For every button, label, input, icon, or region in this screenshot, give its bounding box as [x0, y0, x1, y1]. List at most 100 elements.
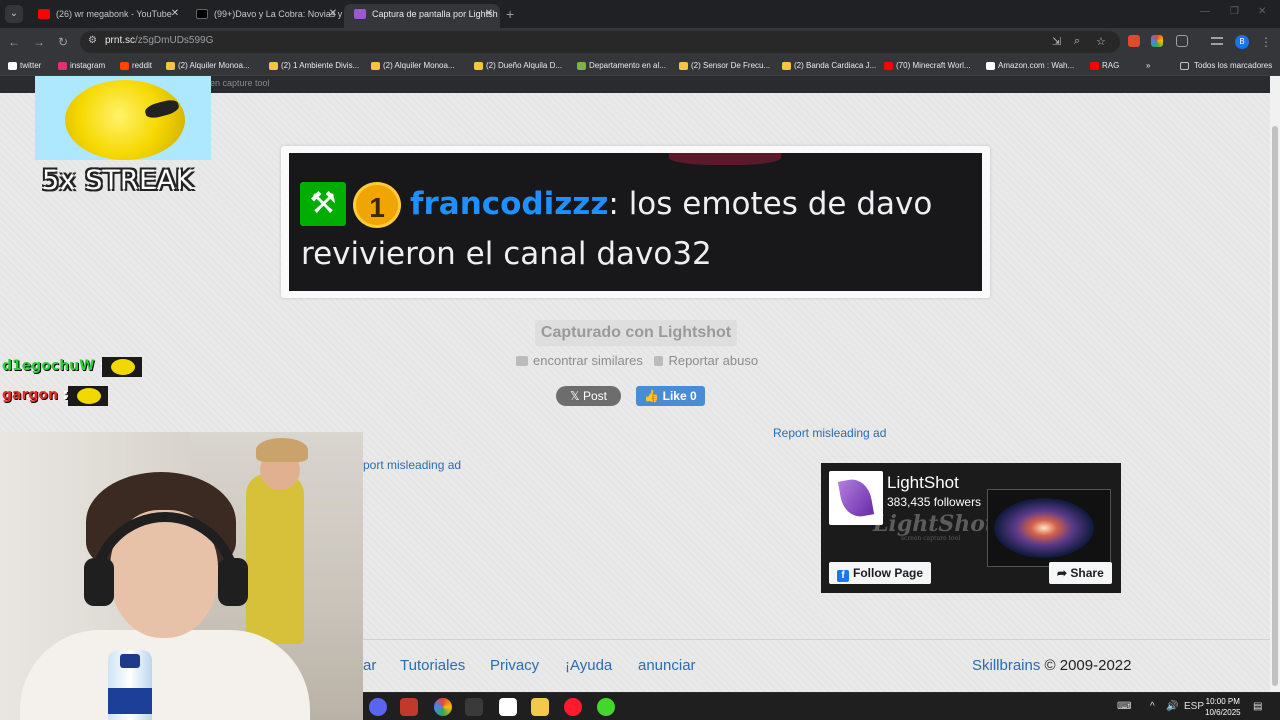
marketplace-icon — [679, 62, 688, 70]
report-misleading-ad-link[interactable]: port misleading ad — [363, 458, 461, 472]
tab-lightshot[interactable]: Captura de pantalla por Lightsh ✕ — [344, 4, 500, 28]
bookmark-item[interactable]: (2) Banda Cardiaca J... — [782, 59, 876, 73]
yellow-creature — [65, 80, 185, 160]
marketplace-icon — [166, 62, 175, 70]
footer-link-tutorials[interactable]: Tutoriales — [400, 657, 465, 674]
page-scrollbar[interactable] — [1270, 76, 1280, 692]
report-misleading-ad-link[interactable]: Report misleading ad — [773, 426, 886, 440]
captured-with-lightshot[interactable]: Capturado con Lightshot — [535, 320, 737, 346]
bookmarks-overflow-button[interactable]: » — [1146, 59, 1150, 73]
minimize-icon[interactable]: — — [1200, 6, 1210, 17]
address-bar[interactable]: ⚙ prnt.sc/z5gDmUDs599G ⇲ ⌕ ☆ — [80, 31, 1120, 53]
bookmark-item[interactable]: Amazon.com : Wah... — [986, 59, 1074, 73]
bookmarks-bar: twitter instagram reddit (2) Alquiler Mo… — [0, 56, 1280, 76]
share-button[interactable]: ➦ Share — [1049, 562, 1112, 584]
amazon-icon — [986, 62, 995, 70]
maximize-icon[interactable]: ❐ — [1230, 6, 1239, 17]
forward-arrow-icon[interactable]: → — [31, 34, 47, 50]
menu-dots-icon[interactable]: ⋮ — [1258, 34, 1274, 50]
tab-youtube[interactable]: (26) wr megabonk - YouTube ✕ — [28, 4, 186, 28]
bookmark-item[interactable]: twitter — [8, 59, 41, 73]
chrome-icon[interactable] — [434, 698, 452, 716]
bookmark-item[interactable]: reddit — [120, 59, 152, 73]
site-info-icon[interactable]: ⚙ — [88, 35, 97, 46]
galaxy-image — [994, 498, 1094, 558]
x-post-button[interactable]: 𝕏 Post — [556, 386, 621, 406]
footer-link-help[interactable]: ¡Ayuda — [565, 657, 612, 674]
tray-chevron-icon[interactable]: ^ — [1150, 701, 1155, 712]
bookmark-star-icon[interactable]: ☆ — [1096, 35, 1106, 48]
extensions-puzzle-icon[interactable] — [1176, 35, 1188, 47]
bookmark-item[interactable]: (70) Minecraft Worl... — [884, 59, 971, 73]
footer-link-privacy[interactable]: Privacy — [490, 657, 539, 674]
notifications-icon[interactable]: ▤ — [1253, 701, 1262, 712]
lightshot-feather-icon — [354, 9, 366, 19]
tab-label: (99+)Davo y La Cobra: Novias y — [214, 9, 343, 19]
fb-page-name[interactable]: LightShot — [887, 473, 959, 493]
footer-link-advertise[interactable]: anunciar — [638, 657, 696, 674]
clock[interactable]: 10:00 PM 10/6/2025 — [1205, 696, 1241, 718]
bookmark-item[interactable]: (2) Dueño Alquila D... — [474, 59, 562, 73]
bookmark-item[interactable]: instagram — [58, 59, 105, 73]
find-similar-link[interactable]: encontrar similares — [516, 353, 643, 368]
emote-fragment — [669, 153, 781, 165]
close-tab-icon[interactable]: ✕ — [168, 4, 182, 24]
back-arrow-icon[interactable]: ← — [6, 34, 22, 50]
zoom-icon[interactable]: ⌕ — [1074, 35, 1080, 48]
reload-icon[interactable]: ↻ — [55, 34, 71, 50]
close-tab-icon[interactable]: ✕ — [326, 4, 340, 24]
url-text[interactable]: prnt.sc/z5gDmUDs599G — [105, 35, 213, 46]
extension-icon[interactable] — [1128, 35, 1140, 47]
footer-divider — [363, 639, 1270, 640]
headset-earcup — [84, 558, 114, 606]
app-icon[interactable] — [499, 698, 517, 716]
bookmark-item[interactable]: (2) Sensor De Frecu... — [679, 59, 770, 73]
tiktok-icon — [196, 9, 208, 19]
opera-icon[interactable] — [564, 698, 582, 716]
youtube-icon — [38, 9, 50, 19]
chat-text-line2: revivieron el canal davo32 — [301, 236, 712, 272]
webcam-overlay — [0, 432, 363, 720]
new-tab-button[interactable]: + — [506, 4, 514, 24]
reading-list-icon[interactable] — [1211, 37, 1223, 45]
keyboard-icon[interactable]: ⌨ — [1117, 701, 1131, 712]
youtube-icon — [884, 62, 893, 70]
obs-icon[interactable] — [465, 698, 483, 716]
install-app-icon[interactable]: ⇲ — [1052, 35, 1061, 48]
skillbrains-link[interactable]: Skillbrains — [972, 657, 1040, 674]
footer-link[interactable]: ar — [363, 657, 376, 674]
razer-icon[interactable] — [597, 698, 615, 716]
background-figure — [246, 474, 304, 644]
facebook-like-button[interactable]: 👍 Like 0 — [636, 386, 705, 406]
streamer-shirt — [20, 630, 310, 720]
close-window-icon[interactable]: ✕ — [1258, 6, 1266, 17]
fb-cover-image — [987, 489, 1111, 567]
scrollbar-thumb[interactable] — [1272, 126, 1278, 686]
background-hat — [256, 438, 308, 462]
header-tagline: en capture tool — [210, 78, 270, 88]
reddit-icon — [120, 62, 129, 70]
x-icon — [8, 62, 17, 70]
bookmark-item[interactable]: (2) Alquiler Monoa... — [166, 59, 250, 73]
all-bookmarks-button[interactable]: Todos los marcadores — [1180, 59, 1272, 73]
tab-tiktok[interactable]: (99+)Davo y La Cobra: Novias y ✕ — [186, 4, 344, 28]
lightshot-logo[interactable] — [829, 471, 883, 525]
close-tab-icon[interactable]: ✕ — [482, 4, 496, 24]
report-abuse-link[interactable]: Reportar abuso — [654, 353, 758, 368]
chat-text-line1: : los emotes de davo — [608, 186, 933, 222]
discord-icon[interactable] — [369, 698, 387, 716]
app-icon[interactable] — [400, 698, 418, 716]
bookmark-item[interactable]: RAG — [1090, 59, 1119, 73]
tab-search-button[interactable]: ⌄ — [5, 5, 23, 23]
bookmark-item[interactable]: (2) 1 Ambiente Divis... — [269, 59, 359, 73]
follow-page-button[interactable]: f Follow Page — [829, 562, 932, 584]
file-explorer-icon[interactable] — [531, 698, 549, 716]
captured-screenshot[interactable]: ⚒ 1 francodizzz: los emotes de davo reviv… — [289, 153, 982, 291]
bottle-cap — [120, 654, 140, 668]
language-indicator[interactable]: ESP — [1184, 701, 1204, 712]
profile-avatar[interactable]: B — [1235, 35, 1249, 49]
speaker-icon[interactable]: 🔊 — [1166, 701, 1178, 712]
bookmark-item[interactable]: (2) Alquiler Monoa... — [371, 59, 455, 73]
extension-icon[interactable] — [1151, 35, 1163, 47]
bookmark-item[interactable]: Departamento en al... — [577, 59, 666, 73]
